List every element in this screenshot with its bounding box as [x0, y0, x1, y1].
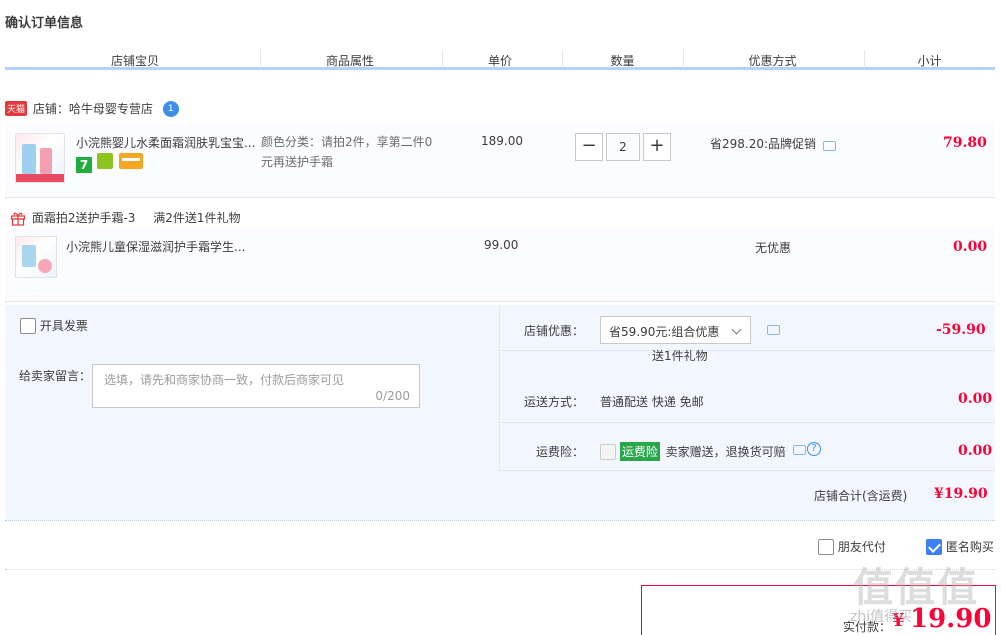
product-thumbnail[interactable] [15, 133, 65, 183]
order-options-panel: 开具发票 给卖家留言： 选填，请先和商家协商一致，付款后商家可见 0/200 店… [5, 305, 995, 521]
credit-card-icon [118, 153, 143, 169]
watermark-sub: zhi值得买 [850, 609, 913, 625]
invoice-checkbox[interactable] [20, 317, 36, 334]
anonymous-checkbox[interactable] [926, 538, 942, 555]
service-icons: 7 [76, 153, 143, 173]
insurance-badge: 运费险 [619, 442, 660, 461]
shop-total-label: 店铺合计(含运费) [814, 489, 908, 503]
help-icon[interactable]: ? [807, 442, 821, 456]
gift-promo-row: 面霜拍2送护手霜-3 满2件送1件礼物 [10, 209, 241, 226]
unit-price: 189.00 [481, 134, 523, 148]
shipping-amount: 0.00 [958, 391, 993, 407]
gift-promo-label: 面霜拍2送护手霜-3 [31, 211, 136, 225]
item-subtotal: 0.00 [953, 239, 988, 255]
shop-name[interactable]: 店铺：哈牛母婴专营店 [33, 102, 153, 116]
gift-note: 送1件礼物 [652, 349, 708, 363]
chevron-down-icon [731, 324, 742, 335]
unit-price: 99.00 [484, 238, 519, 252]
watermark: 值值值 [853, 565, 979, 611]
shop-row: 天猫 店铺：哈牛母婴专营店 1 [5, 100, 179, 118]
shop-discount-select[interactable]: 省59.90元:组合优惠 [600, 316, 751, 344]
quantity-input[interactable]: 2 [606, 133, 640, 161]
invoice-label: 开具发票 [39, 319, 88, 333]
message-label: 给卖家留言： [19, 369, 92, 383]
cart-item-1: 小浣熊婴儿水柔面霜润肤乳宝宝... 7 颜色分类：请拍2件，享第二件0 元再送护… [5, 123, 995, 198]
cart-item-2: 小浣熊儿童保湿滋润护手霜学生... 99.00 无优惠 0.00 [5, 228, 995, 302]
shop-discount-value: 省59.90元:组合优惠 [609, 325, 720, 339]
product-attributes: 颜色分类：请拍2件，享第二件0 元再送护手霜 [261, 135, 433, 169]
col-discount: 优惠方式 [748, 54, 797, 68]
col-subtotal: 小计 [917, 54, 942, 68]
promotion-text: 无优惠 [755, 241, 792, 255]
product-name-link[interactable]: 小浣熊婴儿水柔面霜润肤乳宝宝... [76, 134, 255, 151]
promotion-text: 省298.20:品牌促销 [710, 137, 817, 151]
shipping-value: 普通配送 快递 免邮 [600, 395, 704, 409]
insurance-label: 运费险： [536, 445, 585, 459]
item-subtotal: 79.80 [943, 135, 987, 151]
chat-icon[interactable]: 1 [162, 100, 179, 117]
insurance-amount: 0.00 [958, 443, 993, 459]
message-char-count: 0/200 [375, 389, 410, 403]
payment-options: 朋友代付 匿名购买 [5, 530, 995, 570]
decrease-button[interactable]: − [575, 133, 603, 161]
gift-promo-note: 满2件送1件礼物 [153, 211, 241, 225]
col-unit-price: 单价 [487, 54, 512, 68]
comment-icon[interactable] [767, 325, 780, 335]
col-shop-items: 店铺宝贝 [110, 54, 159, 68]
seller-message-input[interactable]: 选填，请先和商家协商一致，付款后商家可见 0/200 [92, 364, 420, 408]
friend-pay-option[interactable]: 朋友代付 [818, 538, 886, 555]
col-attributes: 商品属性 [325, 54, 374, 68]
friend-pay-checkbox[interactable] [818, 538, 834, 555]
tmall-badge: 天猫 [5, 101, 28, 116]
increase-button[interactable]: + [643, 133, 671, 161]
page-title: 确认订单信息 [5, 16, 84, 31]
guarantee-icon [96, 153, 113, 169]
comment-icon[interactable] [823, 141, 836, 151]
shop-discount-label: 店铺优惠： [524, 324, 585, 338]
anonymous-label: 匿名购买 [945, 540, 994, 554]
shipping-label: 运送方式： [524, 395, 585, 409]
comment-icon[interactable] [793, 445, 806, 455]
insurance-option: 运费险 卖家赠送，退换货可赔 [600, 442, 786, 461]
anonymous-option[interactable]: 匿名购买 [926, 538, 994, 555]
column-header: 店铺宝贝 商品属性 单价 数量 优惠方式 小计 [5, 48, 995, 70]
friend-pay-label: 朋友代付 [837, 540, 886, 554]
insurance-value: 卖家赠送，退换货可赔 [665, 445, 786, 459]
product-name-link[interactable]: 小浣熊儿童保湿滋润护手霜学生... [66, 238, 245, 255]
seven-day-return-icon: 7 [76, 157, 92, 173]
invoice-option[interactable]: 开具发票 [20, 317, 88, 334]
shop-discount-amount: -59.90 [936, 322, 986, 338]
insurance-checkbox [600, 443, 616, 460]
quantity-stepper: − 2 + [575, 133, 671, 161]
message-placeholder: 选填，请先和商家协商一致，付款后商家可见 [104, 373, 345, 387]
product-thumbnail[interactable] [15, 236, 57, 278]
shop-total-value: ¥19.90 [934, 486, 988, 502]
col-quantity: 数量 [610, 54, 635, 68]
gift-icon [10, 212, 26, 226]
